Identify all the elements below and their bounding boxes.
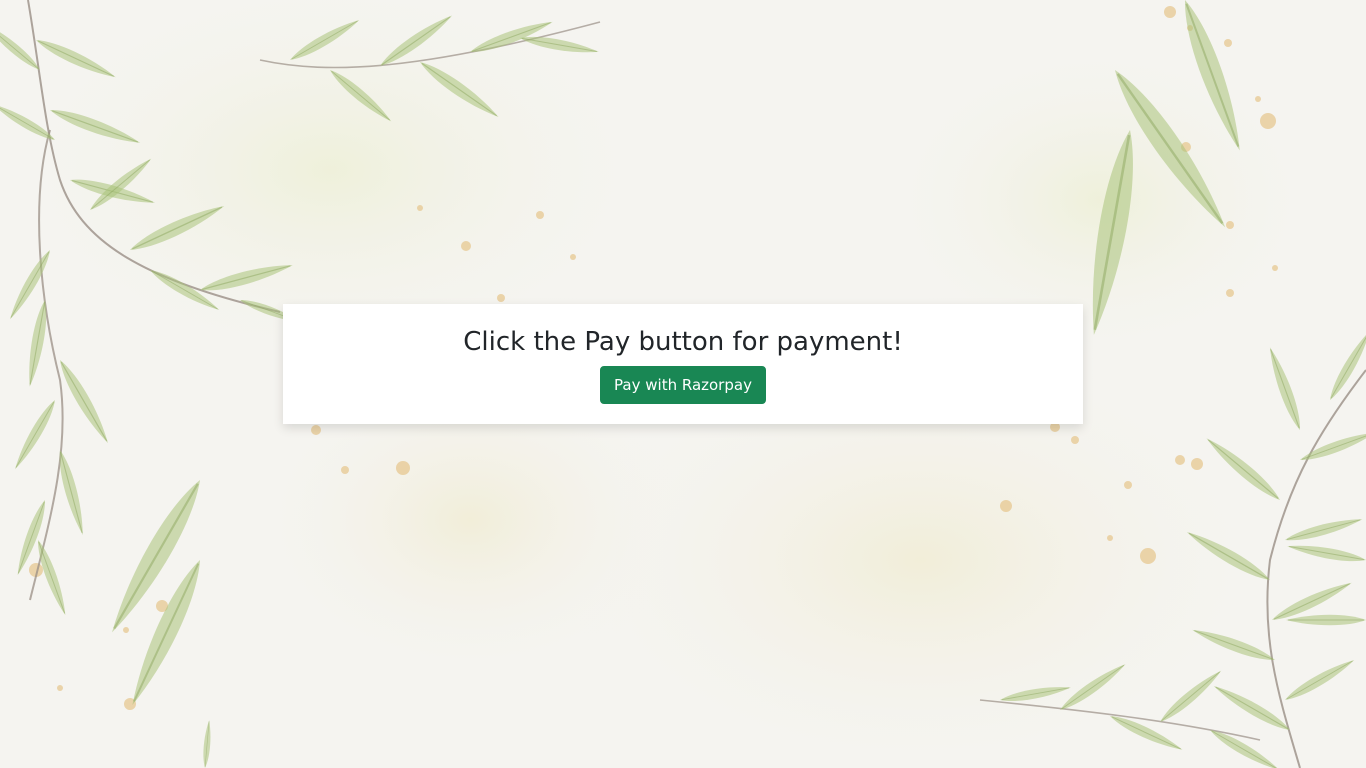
pay-with-razorpay-button[interactable]: Pay with Razorpay	[600, 366, 766, 404]
payment-card: Click the Pay button for payment! Pay wi…	[283, 304, 1083, 424]
payment-heading: Click the Pay button for payment!	[463, 327, 903, 357]
